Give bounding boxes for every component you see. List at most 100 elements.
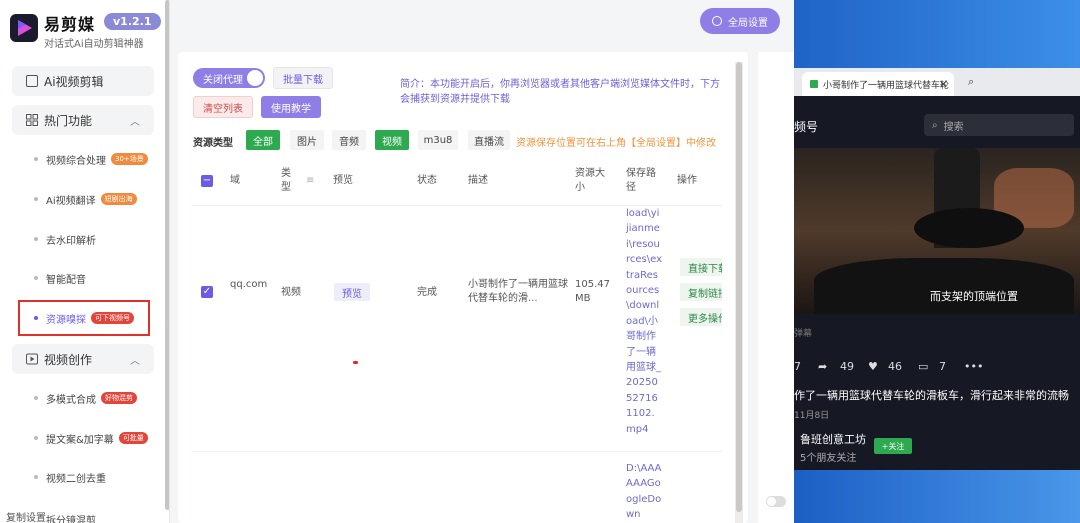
proxy-toggle[interactable]: 关闭代理 [193, 68, 265, 88]
sidebar-item-tag: 可批量 [118, 432, 148, 444]
share-count: 49 [840, 360, 854, 373]
danmaku-label: 弹幕 [794, 329, 813, 339]
like-icon[interactable]: ♥ [868, 360, 878, 373]
comment-count: 7 [939, 360, 946, 373]
sidebar-item-dubbing[interactable]: 智能配音 [12, 263, 154, 293]
copy-settings-link[interactable]: 复制设置 [6, 509, 46, 523]
sidebar-item-video-process[interactable]: 视频综合处理 30+场景 [12, 144, 154, 174]
video-stats: 7 ➦ 49 ♥ 46 ▭ 7 ••• [794, 360, 1080, 376]
menu-create-label: 视频创作 [44, 352, 93, 367]
cursor-dot [353, 361, 358, 364]
sidebar-scrollbar[interactable] [165, 0, 169, 510]
ai-icon [26, 75, 38, 87]
search-placeholder: 搜索 [943, 121, 964, 133]
search-icon[interactable]: ⌕ [968, 75, 974, 89]
sidebar-item-watermark[interactable]: 去水印解析 [12, 224, 154, 254]
col-domain: 域 [230, 175, 240, 186]
like-count: 46 [888, 360, 902, 373]
col-path: 保存路径 [626, 168, 656, 193]
share-icon[interactable]: ➦ [818, 360, 827, 373]
bullet-icon [34, 237, 38, 241]
sidebar-item-tag: 30+场景 [111, 153, 148, 165]
clear-list-button[interactable]: 清空列表 [193, 96, 253, 118]
sidebar-item-subtitle[interactable]: 提文案&加字幕 可批量 [12, 423, 154, 453]
app-tagline: 对话式Ai自动剪辑神器 [44, 39, 144, 50]
search-icon: ⌕ [932, 119, 938, 131]
sidebar-item-multi-compose[interactable]: 多模式合成 好物混剪 [12, 383, 154, 413]
copy-link-button[interactable]: 复制链接 [680, 283, 722, 301]
col-preview: 预览 [333, 175, 353, 186]
desktop-background [794, 0, 1080, 68]
chevron-up-icon: ︿ [130, 117, 140, 128]
more-icon[interactable]: ••• [964, 360, 983, 373]
close-icon[interactable]: ✕ [939, 78, 948, 91]
sidebar: 易剪媒 v1.2.1 对话式Ai自动剪辑神器 Ai视频剪辑 热门功能 ︿ 视频综… [0, 0, 170, 523]
grid-icon [26, 114, 38, 126]
menu-hot-label: 热门功能 [44, 113, 93, 128]
follow-button[interactable]: +关注 [874, 438, 912, 454]
comment-icon[interactable]: ▭ [918, 360, 928, 373]
col-desc: 描述 [468, 175, 488, 186]
filter-chip-m3u8[interactable]: m3u8 [418, 130, 458, 150]
save-location-hint: 资源保存位置可在右上角【全局设置】中修改 [516, 138, 716, 149]
resource-type-label: 资源类型 [193, 138, 233, 149]
site-search-input[interactable]: ⌕ 搜索 [924, 114, 1074, 136]
row-type: 视频 [281, 287, 301, 298]
select-all-checkbox[interactable]: − [201, 175, 213, 187]
sidebar-item-split[interactable]: 拆分镜混剪 [46, 512, 96, 523]
bullet-icon [34, 436, 38, 440]
more-actions-button[interactable]: 更多操作 [680, 308, 722, 326]
browser-window: 小哥制作了一辆用篮球代替车轮 ✕ ⌕ 频号 ⌕ 搜索 而支架的顶端位置 弹幕 7… [794, 68, 1080, 470]
direct-download-button[interactable]: 直接下载 [680, 258, 722, 276]
sidebar-item-ai-translate[interactable]: Ai视频翻译 短剧出海 [12, 184, 154, 214]
col-type: 类型 [281, 168, 291, 193]
tutorial-button[interactable]: 使用教学 [261, 96, 321, 118]
browser-tab[interactable]: 小哥制作了一辆用篮球代替车轮 ✕ [802, 72, 954, 96]
sidebar-item-label: 视频二创去重 [46, 473, 106, 485]
filter-chip-all[interactable]: 全部 [246, 130, 280, 150]
filter-chip-image[interactable]: 图片 [290, 130, 324, 150]
sidebar-item-tag: 短剧出海 [100, 193, 137, 205]
menu-ai-edit[interactable]: Ai视频剪辑 [12, 66, 154, 96]
stat-first: 7 [794, 360, 801, 373]
video-icon [26, 353, 38, 365]
row2-save-path: D:\AAAAAAGoogleDown [626, 463, 662, 521]
col-action: 操作 [677, 175, 697, 186]
small-toggle[interactable] [766, 496, 786, 507]
toggle-knob [247, 70, 263, 86]
batch-download-button[interactable]: 批量下载 [273, 67, 333, 89]
sidebar-item-label: Ai视频翻译 [46, 195, 96, 207]
scroll-thumb[interactable] [736, 62, 742, 512]
sidebar-item-label: 视频综合处理 [46, 155, 106, 167]
video-caption: 而支架的顶端位置 [930, 290, 1018, 303]
menu-ai-edit-label: Ai视频剪辑 [44, 74, 104, 89]
author-name[interactable]: 鲁班创意工坊 [800, 431, 866, 447]
menu-video-create[interactable]: 视频创作 ︿ [12, 344, 154, 374]
row-checkbox[interactable]: ✓ [201, 286, 213, 298]
row-preview-button[interactable]: 预览 [334, 283, 370, 301]
bullet-icon [34, 197, 38, 201]
filter-chip-live[interactable]: 直播流 [468, 130, 510, 150]
row-divider [192, 451, 722, 452]
filter-icon[interactable]: ≡ [306, 174, 314, 188]
friends-follow-count: 5个朋友关注 [800, 453, 857, 464]
favicon-icon [810, 80, 818, 88]
panel-scrollbar[interactable] [735, 62, 743, 523]
sidebar-item-dedupe[interactable]: 视频二创去重 [12, 462, 154, 492]
col-status: 状态 [417, 175, 437, 186]
sidebar-item-label: 多模式合成 [46, 394, 96, 406]
bullet-icon [34, 396, 38, 400]
browser-tabbar: 小哥制作了一辆用篮球代替车轮 ✕ ⌕ [794, 68, 1080, 96]
video-foreground [814, 258, 1074, 314]
global-settings-label: 全局设置 [728, 17, 768, 29]
version-badge: v1.2.1 [104, 13, 161, 30]
global-settings-button[interactable]: 全局设置 [700, 8, 780, 34]
filter-chip-video[interactable]: 视频 [375, 130, 409, 150]
gear-icon [712, 16, 722, 26]
app-logo-icon [10, 14, 38, 42]
filter-chip-audio[interactable]: 音频 [332, 130, 366, 150]
sidebar-item-label: 提文案&加字幕 [46, 434, 114, 446]
menu-hot-features[interactable]: 热门功能 ︿ [12, 105, 154, 135]
video-date: 11月8日 [794, 411, 830, 421]
feature-intro: 简介：本功能开启后，你再浏览器或者其他客户端浏览媒体文件时，下方会捕获到资源并提… [400, 79, 720, 105]
